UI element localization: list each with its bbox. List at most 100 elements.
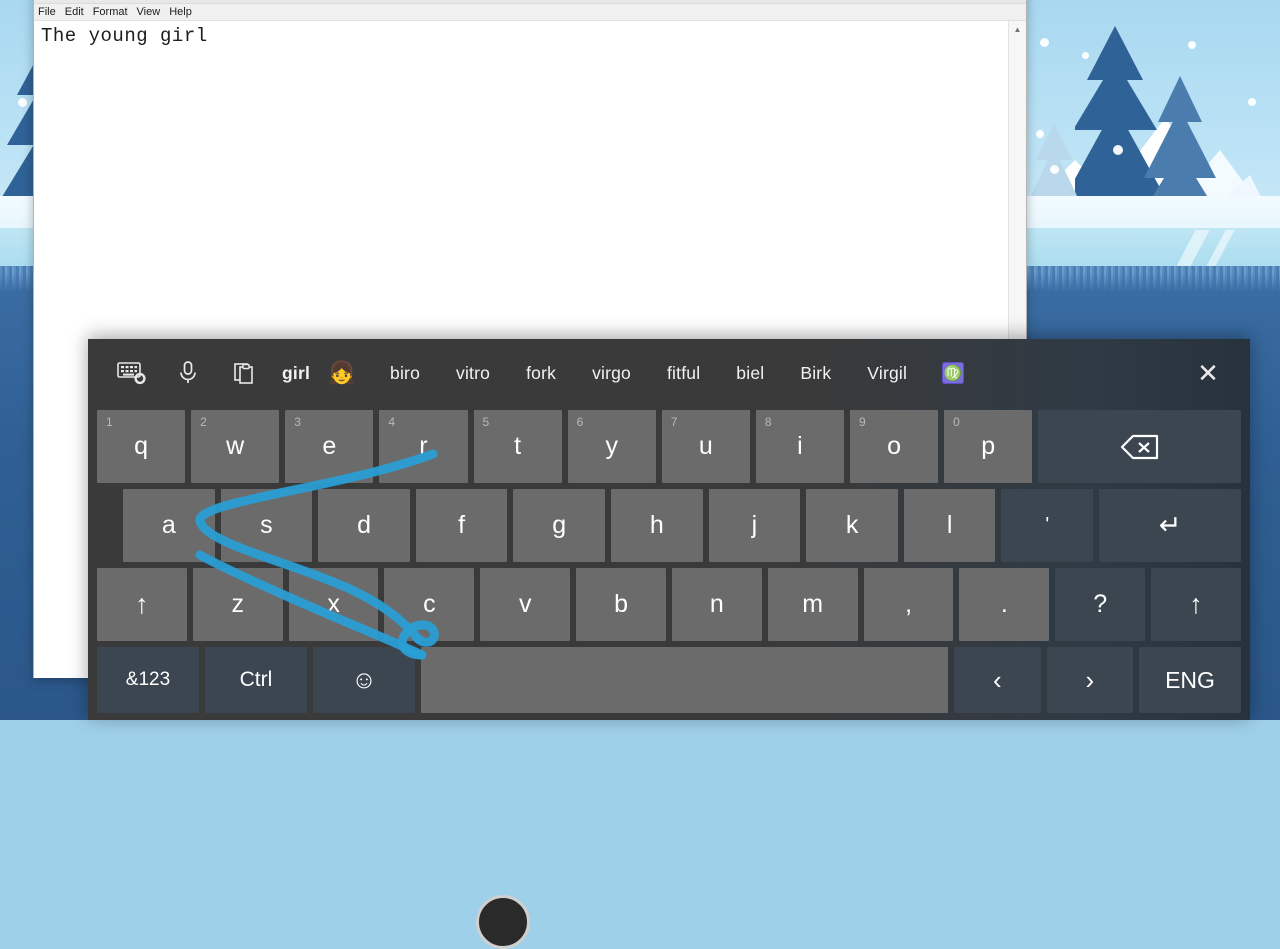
key-num-9: 9 — [859, 415, 866, 429]
key-p[interactable]: 0p — [944, 410, 1033, 483]
cursor-right-key[interactable]: › — [1046, 647, 1133, 713]
key-u[interactable]: 7u — [661, 410, 750, 483]
suggestion-word-fitful[interactable]: fitful — [657, 351, 710, 395]
key-q[interactable]: 1q — [97, 410, 186, 483]
key-num-4: 4 — [388, 415, 396, 429]
key-j[interactable]: j — [708, 489, 801, 562]
keyboard-row-1: 1q 2w 3e 4r 5t 6y 7u 8i 9o 0p — [90, 407, 1248, 486]
key-label: w — [226, 432, 245, 460]
key-s[interactable]: s — [220, 489, 313, 562]
snowflake — [18, 98, 27, 107]
girl-emoji-suggestion[interactable]: 👧 — [320, 351, 364, 395]
suggestion-word-birk[interactable]: Birk — [790, 351, 841, 395]
key-k[interactable]: k — [806, 489, 898, 562]
key-num-5: 5 — [482, 415, 490, 429]
key-num-3: 3 — [294, 415, 301, 429]
key-v[interactable]: v — [480, 568, 571, 641]
key-r[interactable]: 4r — [379, 410, 468, 483]
close-icon[interactable]: ✕ — [1188, 353, 1228, 393]
key-num-0: 0 — [953, 415, 960, 429]
suggestion-word-virgo[interactable]: virgo — [582, 351, 641, 395]
key-label: ? — [1093, 590, 1108, 618]
menu-view[interactable]: View — [137, 4, 161, 20]
suggestion-active-word[interactable]: girl — [272, 351, 320, 395]
key-label: u — [698, 432, 713, 460]
key-f[interactable]: f — [415, 489, 508, 562]
key-num-2: 2 — [200, 415, 207, 429]
key-label: l — [946, 511, 953, 539]
key-label: r — [419, 432, 428, 460]
keyboard-row-4: &123 Ctrl ☺ ‹ › ENG — [90, 644, 1248, 716]
numbers-symbols-key[interactable]: &123 — [97, 647, 199, 713]
key-b[interactable]: b — [576, 568, 666, 641]
suggestion-word-virgil[interactable]: Virgil — [857, 351, 917, 395]
key-label: b — [614, 590, 628, 618]
shift-up-icon: ↑ — [1189, 589, 1203, 619]
key-apostrophe[interactable]: ' — [1001, 489, 1094, 562]
microphone-icon[interactable] — [160, 351, 216, 395]
clipboard-icon[interactable] — [216, 351, 272, 395]
shift-right-key[interactable]: ↑ — [1151, 568, 1241, 641]
ctrl-key[interactable]: Ctrl — [204, 647, 307, 713]
suggestion-word-biel[interactable]: biel — [726, 351, 774, 395]
menu-edit[interactable]: Edit — [65, 4, 84, 20]
emoji-key[interactable]: ☺ — [312, 647, 415, 713]
enter-icon: ↵ — [1158, 510, 1182, 540]
key-m[interactable]: m — [767, 568, 858, 641]
key-label: k — [845, 511, 859, 539]
menu-help[interactable]: Help — [169, 4, 192, 20]
snowflake — [1188, 41, 1196, 49]
key-label: v — [518, 590, 532, 618]
suggestion-word-biro[interactable]: biro — [380, 351, 430, 395]
key-label: e — [322, 432, 337, 460]
suggestion-word-vitro[interactable]: vitro — [446, 351, 500, 395]
key-num-1: 1 — [106, 415, 113, 429]
snowflake — [1248, 98, 1256, 106]
chevron-right-icon: › — [1085, 664, 1095, 695]
key-label: c — [423, 590, 436, 618]
language-key[interactable]: ENG — [1139, 647, 1241, 713]
enter-key[interactable]: ↵ — [1099, 489, 1242, 562]
key-h[interactable]: h — [611, 489, 703, 562]
key-x[interactable]: x — [288, 568, 379, 641]
key-label: x — [327, 590, 340, 618]
cursor-left-key[interactable]: ‹ — [954, 647, 1041, 713]
menu-file[interactable]: File — [38, 4, 56, 20]
snowflake — [1050, 165, 1059, 174]
key-g[interactable]: g — [513, 489, 606, 562]
key-e[interactable]: 3e — [285, 410, 374, 483]
suggestion-bar[interactable]: girl 👧 biro vitro fork virgo fitful biel… — [88, 339, 1250, 407]
key-y[interactable]: 6y — [567, 410, 656, 483]
smiley-icon: ☺ — [351, 665, 377, 694]
space-key[interactable] — [420, 647, 949, 713]
snowflake — [1082, 52, 1089, 59]
key-n[interactable]: n — [671, 568, 762, 641]
key-num-7: 7 — [670, 415, 678, 429]
shift-left-key[interactable]: ↑ — [97, 568, 187, 641]
scroll-up-icon[interactable]: ▲ — [1009, 21, 1026, 38]
key-comma[interactable]: , — [863, 568, 954, 641]
virgo-emoji-chip[interactable]: ♍ — [931, 351, 975, 395]
key-label: s — [260, 511, 273, 539]
menu-format[interactable]: Format — [93, 4, 128, 20]
key-i[interactable]: 8i — [755, 410, 844, 483]
key-z[interactable]: z — [192, 568, 283, 641]
key-label: y — [605, 432, 618, 460]
key-t[interactable]: 5t — [473, 410, 562, 483]
key-a[interactable]: a — [123, 489, 215, 562]
key-d[interactable]: d — [318, 489, 410, 562]
key-w[interactable]: 2w — [191, 410, 280, 483]
key-o[interactable]: 9o — [850, 410, 939, 483]
keyboard-settings-icon[interactable] — [104, 351, 160, 395]
backspace-key[interactable] — [1038, 410, 1241, 483]
notepad-menubar[interactable]: File Edit Format View Help — [34, 4, 1026, 21]
touch-keyboard-panel[interactable]: girl 👧 biro vitro fork virgo fitful biel… — [88, 339, 1250, 949]
key-label: z — [231, 590, 244, 618]
key-label: h — [649, 511, 664, 539]
key-label: , — [905, 590, 913, 618]
key-period[interactable]: . — [959, 568, 1050, 641]
key-l[interactable]: l — [903, 489, 996, 562]
suggestion-word-fork[interactable]: fork — [516, 351, 566, 395]
key-c[interactable]: c — [384, 568, 475, 641]
key-question[interactable]: ? — [1055, 568, 1146, 641]
